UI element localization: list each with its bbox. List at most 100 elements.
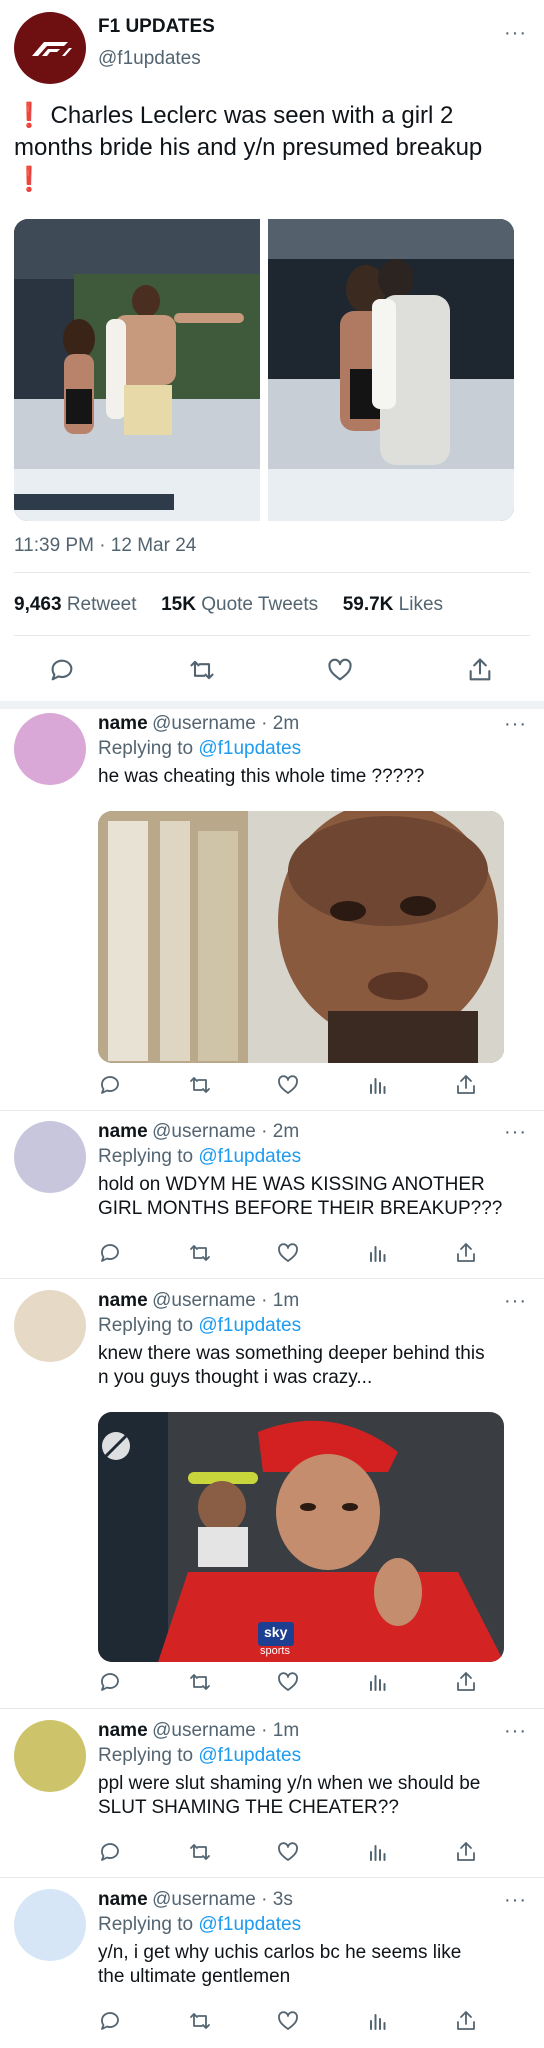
reply-author-handle[interactable]: @username · 1m — [152, 1290, 299, 1311]
f1-logo-icon — [32, 42, 72, 56]
replying-to-handle[interactable]: @f1updates — [198, 738, 301, 759]
share-icon[interactable] — [454, 1241, 478, 1265]
share-icon[interactable] — [454, 2009, 478, 2033]
replying-to: Replying to @f1updates — [98, 1914, 301, 1936]
reply-divider — [0, 1278, 544, 1279]
retweet-icon[interactable] — [188, 1241, 212, 1265]
author-handle[interactable]: @f1updates — [98, 48, 201, 70]
retweet-stat[interactable]: 9,463 Retweet — [14, 594, 142, 615]
reply-icon[interactable] — [98, 2009, 122, 2033]
reply-tweet: name @username · 1m ··· Replying to @f1u… — [0, 1286, 544, 1704]
reply-divider — [0, 1877, 544, 1878]
replying-to-handle[interactable]: @f1updates — [198, 1914, 301, 1935]
reply-icon[interactable] — [98, 1670, 122, 1694]
section-divider — [0, 701, 544, 709]
replying-to: Replying to @f1updates — [98, 1315, 301, 1337]
replying-to: Replying to @f1updates — [98, 1146, 301, 1168]
sky-logo-text: sky — [264, 1624, 288, 1640]
analytics-icon[interactable] — [366, 1073, 390, 1097]
like-icon[interactable] — [276, 1840, 300, 1864]
reply-icon[interactable] — [98, 1840, 122, 1864]
replying-label: Replying to — [98, 738, 199, 759]
reply-author-handle[interactable]: @username · 3s — [152, 1889, 293, 1910]
reply-text: hold on WDYM HE WAS KISSING ANOTHER GIRL… — [98, 1174, 503, 1219]
avatar[interactable] — [14, 1290, 86, 1362]
reply-more-icon[interactable]: ··· — [504, 714, 527, 734]
reply-more-icon[interactable]: ··· — [504, 1122, 527, 1142]
replying-to: Replying to @f1updates — [98, 1745, 301, 1767]
reply-header: name @username · 1m — [98, 1720, 299, 1742]
analytics-icon[interactable] — [366, 1670, 390, 1694]
tweet-text-line-3: ❗ — [14, 166, 44, 193]
reply-text: he was cheating this whole time ????? — [98, 766, 425, 787]
reply-author-handle[interactable]: @username · 2m — [152, 1121, 299, 1142]
reply-header: name @username · 1m — [98, 1290, 299, 1312]
reply-photo[interactable]: sky sports — [98, 1412, 504, 1662]
avatar[interactable] — [14, 1720, 86, 1792]
analytics-icon[interactable] — [366, 2009, 390, 2033]
like-icon[interactable] — [276, 1670, 300, 1694]
reply-author-handle[interactable]: @username · 2m — [152, 713, 299, 734]
tweet-photo-2[interactable] — [268, 219, 514, 521]
reply-more-icon[interactable]: ··· — [504, 1890, 527, 1910]
selfie-photo — [98, 811, 504, 1063]
analytics-icon[interactable] — [366, 1241, 390, 1265]
reply-tweet: name @username · 3s ··· Replying to @f1u… — [0, 1885, 544, 2048]
author-name[interactable]: F1 UPDATES — [98, 16, 215, 38]
share-icon[interactable] — [454, 1073, 478, 1097]
more-options-icon[interactable]: ··· — [504, 23, 527, 43]
share-icon[interactable] — [454, 1670, 478, 1694]
reply-icon[interactable] — [98, 1241, 122, 1265]
replying-to-handle[interactable]: @f1updates — [198, 1146, 301, 1167]
likes-stat[interactable]: 59.7K Likes — [343, 594, 443, 615]
quote-count: 15K — [161, 594, 196, 615]
driver-interview-photo — [98, 1412, 504, 1662]
reply-author-name[interactable]: name — [98, 713, 148, 734]
retweet-icon[interactable] — [188, 1840, 212, 1864]
replying-label: Replying to — [98, 1745, 199, 1766]
reply-author-name[interactable]: name — [98, 1121, 148, 1142]
reply-icon[interactable] — [48, 656, 76, 684]
like-icon[interactable] — [276, 1073, 300, 1097]
replying-to-handle[interactable]: @f1updates — [198, 1315, 301, 1336]
avatar[interactable] — [14, 1889, 86, 1961]
like-icon[interactable] — [276, 2009, 300, 2033]
reply-icon[interactable] — [98, 1073, 122, 1097]
tweet-photo-1[interactable] — [14, 219, 260, 521]
reply-photo[interactable] — [98, 811, 504, 1063]
reply-more-icon[interactable]: ··· — [504, 1291, 527, 1311]
share-icon[interactable] — [454, 1840, 478, 1864]
reply-author-name[interactable]: name — [98, 1720, 148, 1741]
retweet-icon[interactable] — [188, 1073, 212, 1097]
reply-text: knew there was something deeper behind t… — [98, 1343, 485, 1388]
tweet-text-line-2: months bride his and y/n presumed breaku… — [14, 134, 483, 161]
retweet-icon[interactable] — [188, 656, 216, 684]
divider — [14, 572, 530, 573]
retweet-icon[interactable] — [188, 2009, 212, 2033]
reply-divider — [0, 1708, 544, 1709]
retweet-label: Retweet — [66, 594, 137, 615]
replying-label: Replying to — [98, 1146, 199, 1167]
yacht-photo-1 — [14, 219, 260, 521]
like-icon[interactable] — [276, 1241, 300, 1265]
analytics-icon[interactable] — [366, 1840, 390, 1864]
reply-more-icon[interactable]: ··· — [504, 1721, 527, 1741]
reply-author-name[interactable]: name — [98, 1889, 148, 1910]
tweet-stats: 9,463 Retweet 15K Quote Tweets 59.7K Lik… — [14, 594, 443, 616]
replying-to-handle[interactable]: @f1updates — [198, 1745, 301, 1766]
share-icon[interactable] — [466, 656, 494, 684]
avatar[interactable] — [14, 1121, 86, 1193]
retweet-icon[interactable] — [188, 1670, 212, 1694]
author-avatar[interactable] — [14, 12, 86, 84]
quote-stat[interactable]: 15K Quote Tweets — [161, 594, 323, 615]
reply-tweet: name @username · 1m ··· Replying to @f1u… — [0, 1716, 544, 1876]
likes-label: Likes — [398, 594, 444, 615]
tweet-timestamp[interactable]: 11:39 PM · 12 Mar 24 — [14, 535, 196, 557]
reply-author-handle[interactable]: @username · 1m — [152, 1720, 299, 1741]
reply-author-name[interactable]: name — [98, 1290, 148, 1311]
yacht-photo-2 — [268, 219, 514, 521]
like-icon[interactable] — [326, 656, 354, 684]
retweet-count: 9,463 — [14, 594, 62, 615]
avatar[interactable] — [14, 713, 86, 785]
reply-text: ppl were slut shaming y/n when we should… — [98, 1773, 481, 1818]
